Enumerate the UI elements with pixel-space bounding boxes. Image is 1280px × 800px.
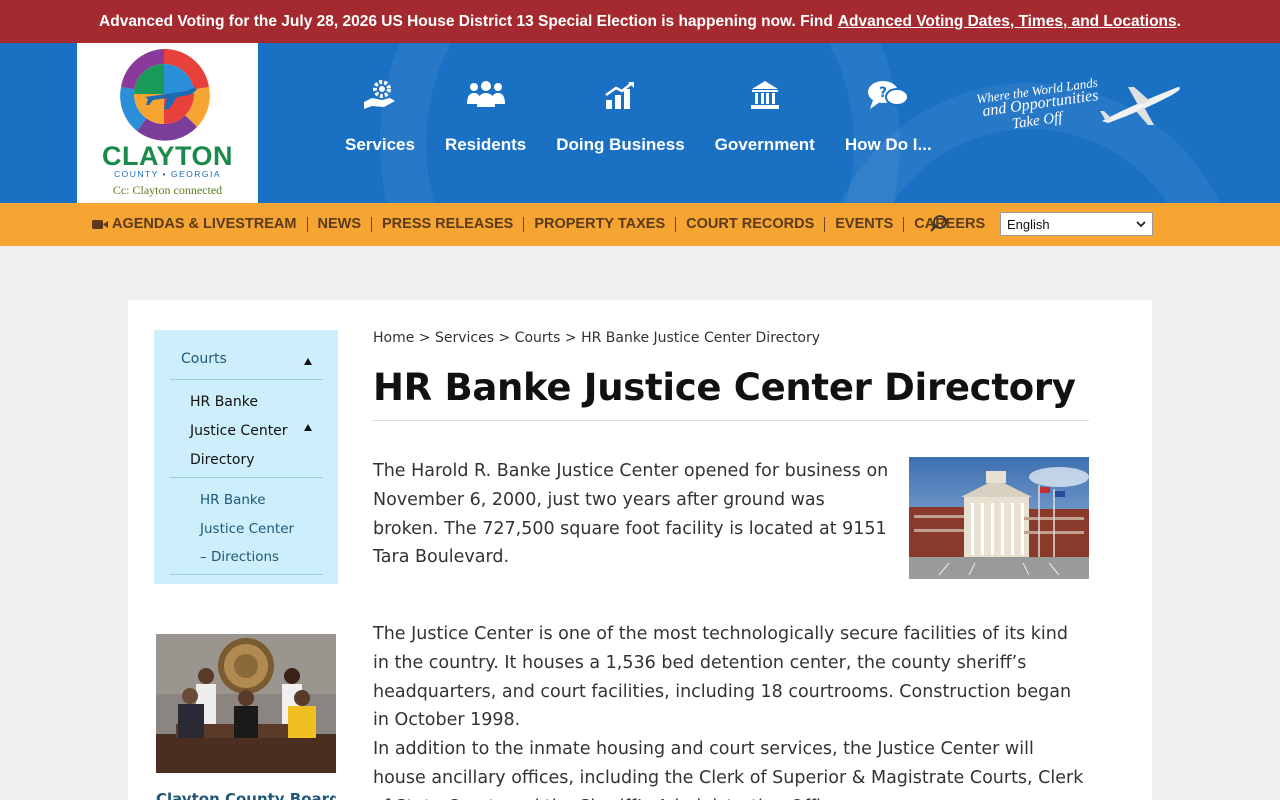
collapse-arrow-icon[interactable]	[304, 358, 312, 365]
language-select[interactable]: English	[1000, 212, 1153, 236]
board-caption[interactable]: Clayton County Board	[156, 790, 336, 800]
nav-how-do-i-label: How Do I...	[844, 135, 932, 154]
subnav-property-taxes[interactable]: PROPERTY TAXES	[524, 217, 677, 232]
secondary-navigation: AGENDAS & LIVESTREAM NEWS PRESS RELEASES…	[0, 203, 1280, 246]
breadcrumb: Home > Services > Courts > HR Banke Just…	[373, 330, 1089, 346]
svg-text:?: ?	[879, 85, 887, 101]
subnav-press-releases[interactable]: PRESS RELEASES	[372, 217, 525, 232]
alert-end: .	[1176, 12, 1181, 30]
services-gear-hand-icon	[358, 73, 402, 117]
technology-paragraph: The Justice Center is one of the most te…	[373, 624, 1072, 731]
intro-paragraph: The Harold R. Banke Justice Center opene…	[373, 461, 889, 568]
breadcrumb-separator: >	[564, 330, 577, 346]
clayton-county-logo[interactable]: CLAYTON COUNTY • GEORGIA Cc: Clayton con…	[77, 43, 258, 203]
search-icon[interactable]	[929, 214, 949, 234]
advanced-voting-locations-link[interactable]: Advanced Voting Dates, Times, and Locati…	[838, 13, 1177, 31]
nav-government[interactable]: Government	[715, 73, 815, 155]
sidebar-current-line1: HR Banke	[190, 394, 258, 410]
bar-chart-icon	[598, 73, 642, 117]
nav-doing-business[interactable]: Doing Business	[556, 73, 685, 155]
nav-residents-label: Residents	[444, 135, 527, 154]
language-selected: English	[1007, 216, 1050, 232]
sidebar-child-line1: HR Banke	[200, 492, 266, 508]
board-of-commissioners-photo[interactable]	[156, 634, 336, 773]
main-navigation: Services Residents Doing Business Govern…	[330, 73, 947, 155]
offices-paragraph: In addition to the inmate housing and co…	[373, 739, 1084, 800]
breadcrumb-current: HR Banke Justice Center Directory	[581, 330, 821, 346]
question-chat-icon: ?	[866, 73, 910, 117]
page-title: HR Banke Justice Center Directory	[373, 366, 1089, 422]
subnav-agendas-livestream[interactable]: AGENDAS & LIVESTREAM	[92, 217, 308, 232]
logo-county: COUNTY • GEORGIA	[113, 169, 222, 179]
justice-center-photo	[909, 457, 1089, 579]
subnav-careers[interactable]: CAREERS	[904, 217, 995, 232]
sidebar-item-courts[interactable]: Courts	[170, 342, 323, 380]
nav-residents[interactable]: Residents	[445, 73, 526, 155]
people-group-icon	[464, 73, 508, 117]
sidebar-courts-label: Courts	[181, 351, 227, 367]
nav-government-label: Government	[714, 135, 815, 154]
chevron-down-icon	[1136, 221, 1146, 228]
airport-tagline: Where the World Lands and Opportunities …	[972, 75, 1187, 135]
nav-how-do-i[interactable]: ? How Do I...	[845, 73, 932, 155]
main-content: Home > Services > Courts > HR Banke Just…	[373, 330, 1089, 800]
sidebar-child-line2: Justice Center	[200, 520, 295, 537]
subnav-events[interactable]: EVENTS	[825, 217, 905, 232]
breadcrumb-home[interactable]: Home	[373, 330, 414, 346]
sidebar-current-line2: Justice Center	[190, 423, 288, 439]
sidebar-current-line3: Directory	[190, 452, 255, 468]
nav-services-label: Services	[345, 135, 415, 154]
nav-doing-business-label: Doing Business	[556, 135, 685, 154]
site-header: CLAYTON COUNTY • GEORGIA Cc: Clayton con…	[0, 43, 1280, 203]
alert-text: Advanced Voting for the July 28, 2026 US…	[99, 12, 833, 30]
breadcrumb-separator: >	[418, 330, 431, 346]
breadcrumb-separator: >	[498, 330, 511, 346]
breadcrumb-courts[interactable]: Courts	[515, 330, 561, 346]
section-sidebar-menu: Courts HR Banke Justice Center Directory…	[154, 330, 338, 584]
capitol-building-icon	[743, 73, 787, 117]
subnav-court-records[interactable]: COURT RECORDS	[676, 217, 826, 232]
nav-services[interactable]: Services	[345, 73, 415, 155]
content-card: Courts HR Banke Justice Center Directory…	[128, 300, 1152, 800]
sidebar-item-directions[interactable]: HR Banke Justice Center – Directions	[170, 478, 323, 575]
collapse-arrow-icon[interactable]	[304, 424, 312, 431]
video-camera-icon	[92, 220, 108, 229]
logo-tagline: Cc: Clayton connected	[112, 183, 223, 197]
sidebar-item-hr-banke-directory[interactable]: HR Banke Justice Center Directory	[170, 380, 323, 478]
breadcrumb-services[interactable]: Services	[435, 330, 494, 346]
subnav-agendas-label: AGENDAS & LIVESTREAM	[112, 216, 297, 232]
logo-wordmark: CLAYTON	[101, 141, 234, 171]
advanced-voting-alert-banner: Advanced Voting for the July 28, 2026 US…	[0, 0, 1280, 43]
subnav-news[interactable]: NEWS	[308, 217, 372, 232]
sidebar-child-line3: – Directions	[200, 549, 280, 565]
globe-logo-icon	[119, 48, 210, 141]
airplane-icon	[1100, 87, 1180, 125]
